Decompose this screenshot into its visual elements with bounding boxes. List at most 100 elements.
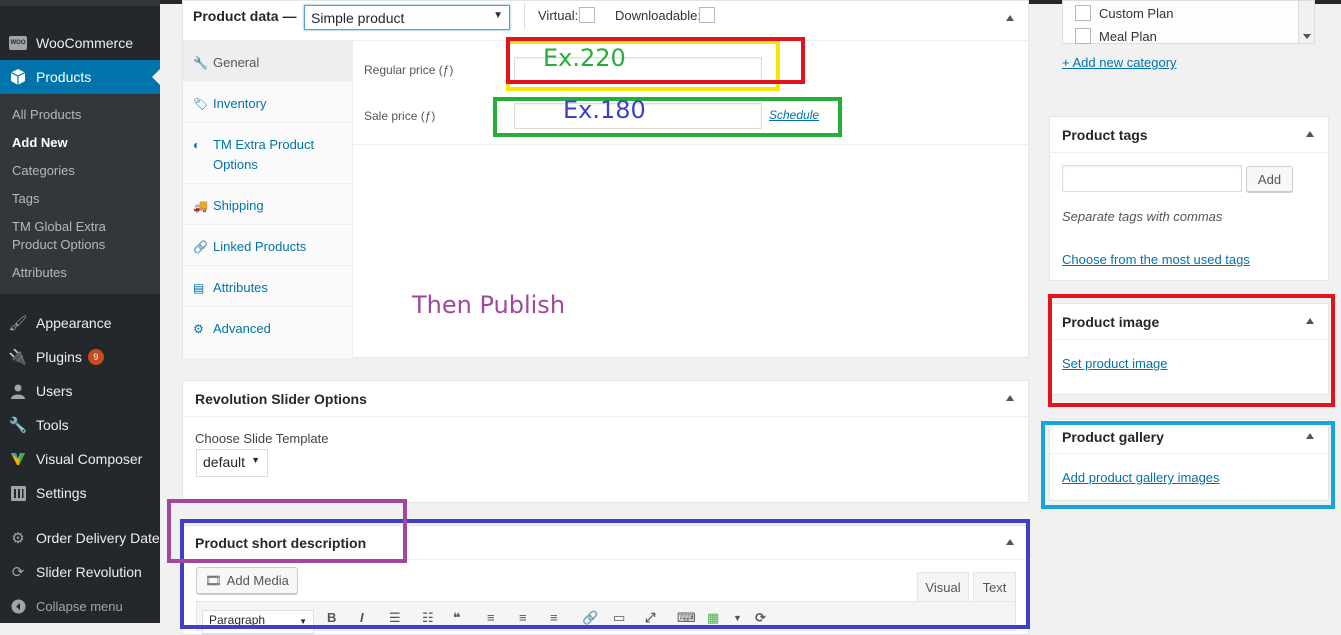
tag-input[interactable] bbox=[1062, 165, 1242, 192]
tab-tm-extra-options[interactable]: ◐ TM Extra Product Options bbox=[183, 123, 352, 184]
annotation-sale-example: Ex.180 bbox=[563, 96, 646, 124]
slide-template-value: default bbox=[203, 454, 246, 470]
tab-general[interactable]: 🔧 General bbox=[183, 41, 352, 82]
list-icon: ▤ bbox=[193, 281, 205, 295]
tab-advanced[interactable]: ⚙ Advanced bbox=[183, 307, 352, 348]
sidebar-item-order-delivery[interactable]: ⚙ Order Delivery Date bbox=[0, 521, 160, 555]
annotation-green-box-sale bbox=[493, 97, 842, 137]
tag-icon: 🏷 bbox=[193, 97, 209, 111]
product-tags-box: Product tags Add Separate tags with comm… bbox=[1049, 116, 1329, 281]
toggle-panel-icon[interactable] bbox=[1006, 394, 1014, 401]
annotation-red-box-image bbox=[1048, 294, 1335, 407]
slide-template-label: Choose Slide Template bbox=[195, 431, 329, 446]
submenu-categories[interactable]: Categories bbox=[12, 162, 75, 180]
add-tag-button[interactable]: Add bbox=[1246, 166, 1293, 192]
category-label: Meal Plan bbox=[1099, 28, 1157, 44]
annotation-cyan-box-gallery bbox=[1041, 421, 1335, 509]
category-item-custom-plan[interactable]: Custom Plan bbox=[1075, 5, 1173, 21]
chevron-down-icon bbox=[1303, 34, 1311, 39]
tab-label: Advanced bbox=[213, 321, 271, 336]
slide-template-select[interactable]: default ▼ bbox=[196, 449, 268, 477]
user-icon bbox=[0, 384, 36, 399]
tab-shipping[interactable]: 🚚 Shipping bbox=[183, 184, 352, 225]
annotation-regular-example: Ex.220 bbox=[543, 44, 626, 72]
category-item-meal-plan[interactable]: Meal Plan bbox=[1075, 28, 1157, 44]
submenu-all-products[interactable]: All Products bbox=[12, 106, 81, 124]
pricing-divider bbox=[353, 144, 1028, 145]
sidebar-item-settings[interactable]: Settings bbox=[0, 476, 160, 510]
woo-badge-text: WOO bbox=[9, 36, 27, 50]
most-used-tags-link[interactable]: Choose from the most used tags bbox=[1062, 252, 1250, 267]
tab-label: TM Extra Product Options bbox=[213, 137, 315, 172]
settings-sliders-icon bbox=[0, 485, 36, 501]
category-label: Custom Plan bbox=[1099, 5, 1174, 21]
gear-icon: ⚙ bbox=[11, 530, 25, 547]
tab-linked-products[interactable]: 🔗 Linked Products bbox=[183, 225, 352, 266]
products-submenu: All Products Add New Categories Tags TM … bbox=[0, 94, 160, 294]
tags-hint: Separate tags with commas bbox=[1062, 209, 1223, 224]
revolution-slider-box: Revolution Slider Options Choose Slide T… bbox=[182, 380, 1029, 503]
submenu-tags[interactable]: Tags bbox=[12, 190, 39, 208]
revolution-title: Revolution Slider Options bbox=[195, 390, 367, 407]
tab-label: Shipping bbox=[213, 198, 264, 213]
tab-label: Attributes bbox=[213, 280, 268, 295]
product-data-title: Product data — bbox=[193, 8, 297, 24]
virtual-checkbox[interactable] bbox=[579, 7, 595, 23]
sidebar-item-visual-composer[interactable]: Visual Composer bbox=[0, 442, 160, 476]
submenu-tm-global-extra[interactable]: TM Global Extra Product Options bbox=[12, 218, 122, 254]
category-scrollbar[interactable] bbox=[1298, 1, 1314, 43]
tab-attributes[interactable]: ▤ Attributes bbox=[183, 266, 352, 307]
downloadable-label: Downloadable: bbox=[615, 8, 702, 23]
regular-price-label: Regular price (ƒ) bbox=[364, 63, 454, 77]
sidebar-item-label: Collapse menu bbox=[36, 598, 123, 614]
wrench-icon: 🔧 bbox=[193, 56, 208, 70]
sidebar-item-label: Visual Composer bbox=[36, 451, 143, 467]
refresh-icon: ⟳ bbox=[11, 564, 25, 581]
link-icon: 🔗 bbox=[193, 240, 208, 254]
category-checkbox[interactable] bbox=[1075, 5, 1091, 21]
truck-icon: 🚚 bbox=[193, 199, 208, 213]
tab-label: Linked Products bbox=[213, 239, 307, 254]
sidebar-item-label: Settings bbox=[36, 485, 87, 501]
product-tags-header: Product tags bbox=[1050, 117, 1328, 153]
category-checkbox[interactable] bbox=[1075, 28, 1091, 44]
submenu-add-new[interactable]: Add New bbox=[12, 134, 68, 152]
sidebar-item-tools[interactable]: 🔧 Tools bbox=[0, 408, 160, 442]
category-checklist: Custom Plan Meal Plan bbox=[1062, 0, 1315, 44]
annotation-purple-box bbox=[167, 499, 407, 563]
plugins-update-badge: 9 bbox=[87, 349, 104, 365]
sidebar-item-appearance[interactable]: 🖌 Appearance bbox=[0, 306, 160, 340]
active-menu-arrow bbox=[152, 69, 160, 85]
annotation-publish-note: Then Publish bbox=[412, 291, 566, 319]
plug-icon: 🔌 bbox=[8, 349, 28, 366]
header-separator bbox=[524, 3, 525, 29]
product-type-value: Simple product bbox=[311, 10, 405, 26]
sidebar-item-label: Users bbox=[36, 383, 73, 399]
sidebar-item-label: Tools bbox=[36, 417, 69, 433]
tab-label: General bbox=[213, 55, 260, 70]
products-box-icon bbox=[0, 68, 36, 86]
submenu-attributes[interactable]: Attributes bbox=[12, 264, 67, 282]
add-new-category-link[interactable]: + Add new category bbox=[1062, 55, 1177, 70]
toggle-panel-icon[interactable] bbox=[1306, 130, 1314, 137]
sidebar-top-edge bbox=[0, 0, 160, 6]
sidebar-item-products[interactable]: Products bbox=[0, 60, 160, 94]
product-tags-title: Product tags bbox=[1062, 126, 1148, 143]
virtual-label: Virtual: bbox=[538, 8, 579, 23]
product-type-select[interactable]: Simple product ▼ bbox=[304, 5, 510, 30]
tab-inventory[interactable]: 🏷 Inventory bbox=[183, 82, 352, 123]
sidebar-item-slider-revolution[interactable]: ⟳ Slider Revolution bbox=[0, 555, 160, 589]
collapse-menu-button[interactable]: Collapse menu bbox=[0, 589, 160, 623]
toggle-panel-icon[interactable] bbox=[1006, 15, 1014, 21]
half-circle-icon: ◐ bbox=[193, 138, 201, 152]
sale-price-label: Sale price (ƒ) bbox=[364, 109, 436, 123]
sidebar-item-label: Plugins bbox=[36, 349, 82, 365]
sidebar-item-plugins[interactable]: 🔌 Plugins 9 bbox=[0, 340, 160, 374]
paint-brush-icon: 🖌 bbox=[8, 315, 28, 332]
sidebar-item-woocommerce[interactable]: WOO WooCommerce bbox=[0, 26, 160, 60]
downloadable-checkbox[interactable] bbox=[699, 7, 715, 23]
admin-sidebar: WOO WooCommerce Products All Products Ad… bbox=[0, 0, 160, 623]
sidebar-item-users[interactable]: Users bbox=[0, 374, 160, 408]
sidebar-item-label: Slider Revolution bbox=[36, 564, 142, 580]
tab-label: Inventory bbox=[213, 96, 267, 111]
